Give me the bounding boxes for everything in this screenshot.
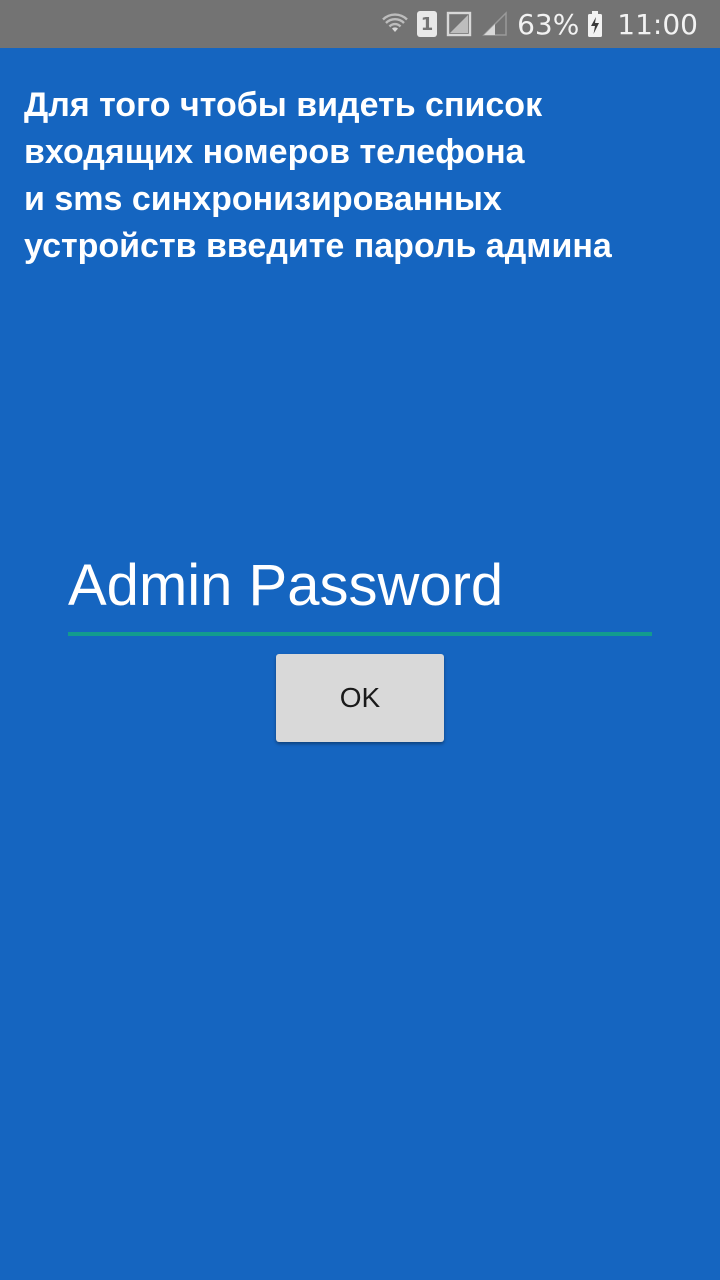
sim-icon: 1 [417, 11, 438, 37]
battery-charging-icon [587, 11, 603, 37]
instruction-text: Для того чтобы видеть список входящих но… [24, 86, 612, 265]
battery-percentage: 63% [517, 7, 580, 41]
wifi-icon [381, 10, 409, 38]
admin-password-field[interactable] [68, 540, 652, 636]
admin-password-input[interactable] [68, 540, 652, 630]
clock: 11:00 [617, 7, 698, 41]
field-underline [68, 632, 652, 636]
signal-icon [481, 10, 509, 38]
ok-button[interactable]: OK [276, 654, 444, 742]
status-icons: 1 63% 11:00 [381, 0, 698, 48]
no-signal-icon [445, 10, 473, 38]
status-bar: 1 63% 11:00 [0, 0, 720, 48]
